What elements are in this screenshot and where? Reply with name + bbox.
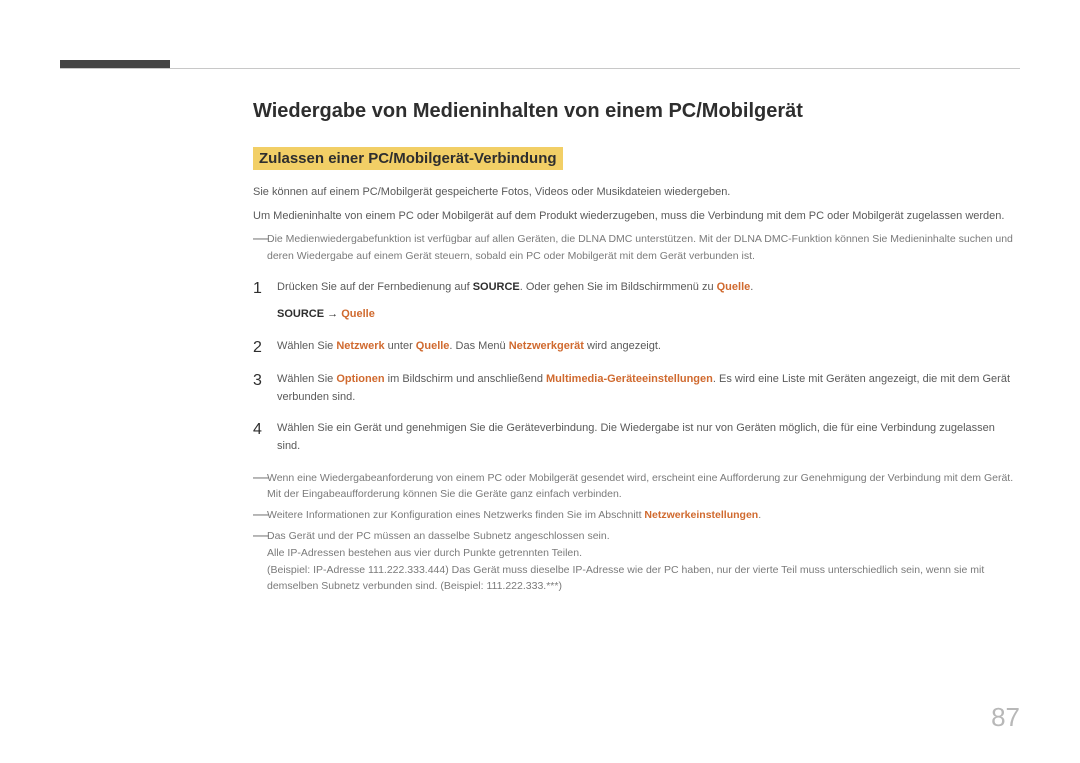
bottom-notes: ― Wenn eine Wiedergabeanforderung von ei… [253, 470, 1020, 596]
step-body: Drücken Sie auf der Fernbedienung auf SO… [277, 279, 1020, 324]
keyword-optionen: Optionen [336, 373, 384, 385]
keyword-source: SOURCE [473, 281, 520, 293]
note-text-part: . [758, 509, 761, 521]
note-line: Das Gerät und der PC müssen an dasselbe … [267, 528, 1020, 545]
note-item: ― Weitere Informationen zur Konfiguratio… [253, 507, 1020, 524]
step-1-subline: SOURCE → Quelle [277, 306, 1020, 324]
note-item: ― Wenn eine Wiedergabeanforderung von ei… [253, 470, 1020, 504]
note-text-part: Weitere Informationen zur Konfiguration … [267, 509, 644, 521]
step-text: Wählen Sie [277, 340, 336, 352]
note-dash-icon: ― [253, 231, 267, 265]
note-text: Das Gerät und der PC müssen an dasselbe … [267, 528, 1020, 595]
step-number: 1 [253, 279, 277, 324]
step-number: 4 [253, 420, 277, 455]
step-list: 1 Drücken Sie auf der Fernbedienung auf … [253, 279, 1020, 456]
note-subline: Alle IP-Adressen bestehen aus vier durch… [267, 545, 1020, 562]
keyword-source: SOURCE [277, 308, 324, 320]
step-text: . [750, 281, 753, 293]
horizontal-rule [60, 68, 1020, 69]
step-body: Wählen Sie ein Gerät und genehmigen Sie … [277, 420, 1020, 455]
note-text: Wenn eine Wiedergabeanforderung von eine… [267, 470, 1020, 504]
keyword-multimedia: Multimedia-Geräteeinstellungen [546, 373, 713, 385]
intro-text: Sie können auf einem PC/Mobilgerät gespe… [253, 184, 1020, 225]
content-area: Wiedergabe von Medieninhalten von einem … [253, 100, 1020, 599]
note-subline: (Beispiel: IP-Adresse 111.222.333.444) D… [267, 562, 1020, 596]
step-number: 2 [253, 338, 277, 357]
note-dash-icon: ― [253, 470, 267, 504]
step-1: 1 Drücken Sie auf der Fernbedienung auf … [253, 279, 1020, 324]
step-text: Wählen Sie [277, 373, 336, 385]
keyword-quelle: Quelle [416, 340, 450, 352]
top-note-text: Die Medienwiedergabefunktion ist verfügb… [267, 231, 1020, 265]
intro-line-1: Sie können auf einem PC/Mobilgerät gespe… [253, 184, 1020, 202]
note-text: Weitere Informationen zur Konfiguration … [267, 507, 1020, 524]
step-number: 3 [253, 371, 277, 406]
page-title: Wiedergabe von Medieninhalten von einem … [253, 100, 1020, 123]
step-text: . Oder gehen Sie im Bildschirmmenü zu [520, 281, 717, 293]
keyword-netzwerk: Netzwerk [336, 340, 384, 352]
top-note: ― Die Medienwiedergabefunktion ist verfü… [253, 231, 1020, 265]
step-text: im Bildschirm und anschließend [385, 373, 546, 385]
step-body: Wählen Sie Netzwerk unter Quelle. Das Me… [277, 338, 1020, 357]
document-page: Wiedergabe von Medieninhalten von einem … [0, 0, 1080, 763]
step-text: . Das Menü [449, 340, 508, 352]
keyword-quelle: Quelle [341, 308, 375, 320]
step-2: 2 Wählen Sie Netzwerk unter Quelle. Das … [253, 338, 1020, 357]
step-body: Wählen Sie Optionen im Bildschirm und an… [277, 371, 1020, 406]
note-dash-icon: ― [253, 528, 267, 595]
note-dash-icon: ― [253, 507, 267, 524]
section-heading: Zulassen einer PC/Mobilgerät-Verbindung [253, 147, 563, 170]
arrow-icon: → [324, 308, 341, 320]
keyword-quelle: Quelle [717, 281, 751, 293]
keyword-netzwerkeinstellungen: Netzwerkeinstellungen [644, 509, 758, 521]
step-text: unter [385, 340, 416, 352]
header-bar [60, 60, 170, 68]
keyword-netzwerkgeraet: Netzwerkgerät [509, 340, 584, 352]
step-3: 3 Wählen Sie Optionen im Bildschirm und … [253, 371, 1020, 406]
note-item: ― Das Gerät und der PC müssen an dasselb… [253, 528, 1020, 595]
step-text: Drücken Sie auf der Fernbedienung auf [277, 281, 473, 293]
page-number: 87 [991, 702, 1020, 733]
intro-line-2: Um Medieninhalte von einem PC oder Mobil… [253, 208, 1020, 226]
step-text: wird angezeigt. [584, 340, 661, 352]
step-4: 4 Wählen Sie ein Gerät und genehmigen Si… [253, 420, 1020, 455]
